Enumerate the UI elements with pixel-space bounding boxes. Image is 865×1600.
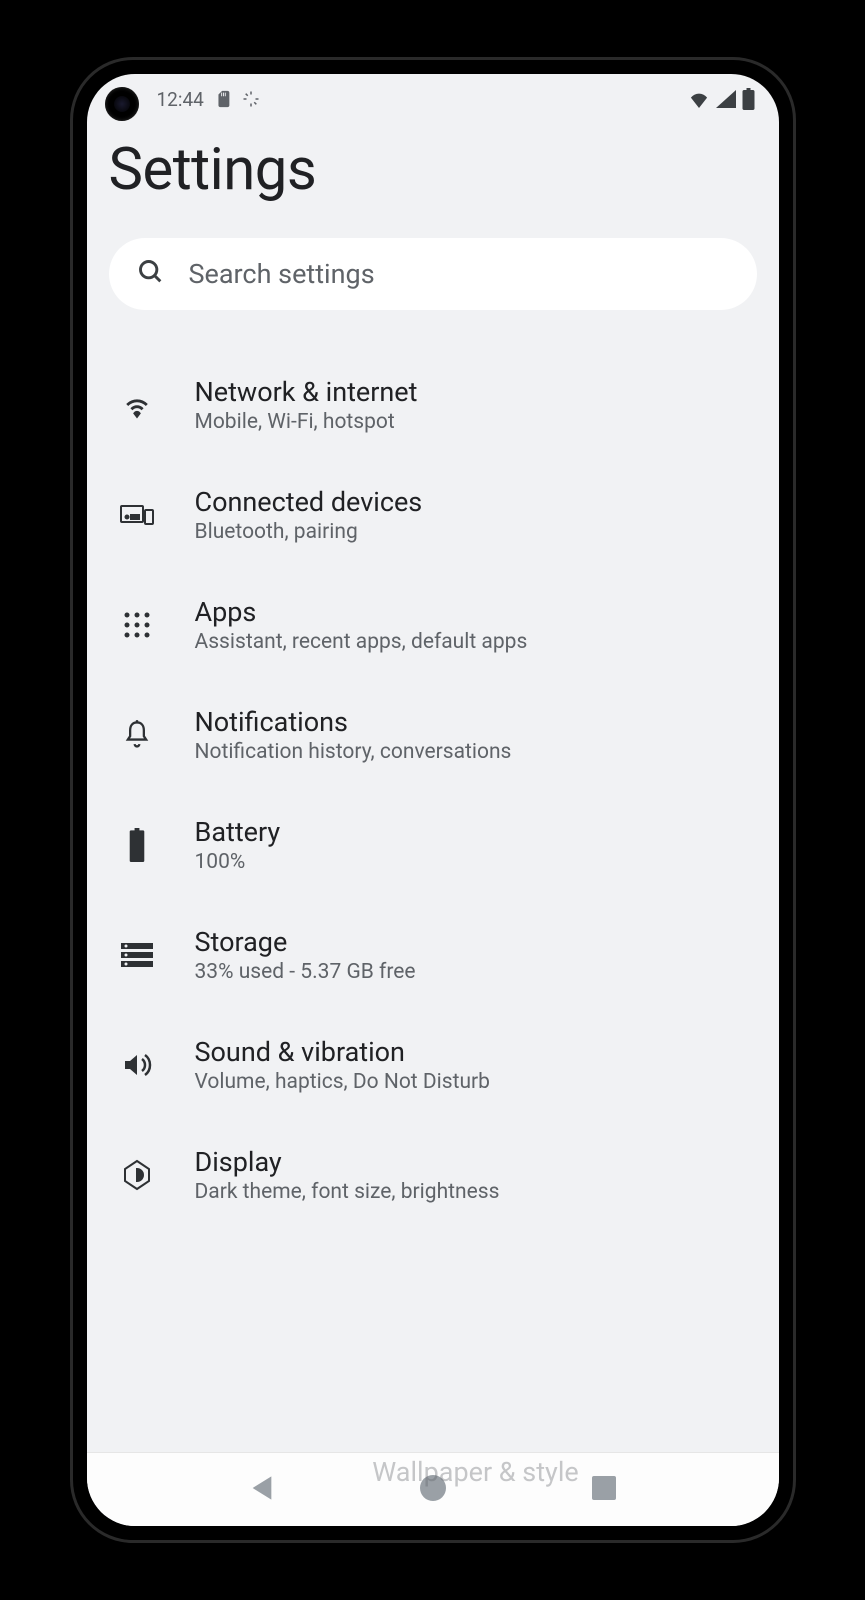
search-icon bbox=[137, 258, 165, 290]
item-text: Network & internet Mobile, Wi-Fi, hotspo… bbox=[195, 376, 749, 434]
item-title: Display bbox=[195, 1146, 749, 1178]
brightness-icon bbox=[117, 1159, 157, 1191]
battery-icon bbox=[742, 88, 755, 110]
settings-item-notifications[interactable]: Notifications Notification history, conv… bbox=[109, 680, 757, 790]
item-subtitle: Bluetooth, pairing bbox=[195, 520, 749, 544]
item-text: Sound & vibration Volume, haptics, Do No… bbox=[195, 1036, 749, 1094]
volume-icon bbox=[117, 1051, 157, 1079]
item-text: Display Dark theme, font size, brightnes… bbox=[195, 1146, 749, 1204]
wifi-icon bbox=[117, 391, 157, 419]
settings-item-network[interactable]: Network & internet Mobile, Wi-Fi, hotspo… bbox=[109, 350, 757, 460]
sync-icon bbox=[242, 89, 260, 109]
item-subtitle: Notification history, conversations bbox=[195, 740, 749, 764]
wifi-icon bbox=[688, 90, 710, 108]
item-title: Connected devices bbox=[195, 486, 749, 518]
recents-button[interactable] bbox=[571, 1465, 637, 1515]
settings-item-apps[interactable]: Apps Assistant, recent apps, default app… bbox=[109, 570, 757, 680]
item-subtitle: Dark theme, font size, brightness bbox=[195, 1180, 749, 1204]
item-subtitle: Mobile, Wi-Fi, hotspot bbox=[195, 410, 749, 434]
phone-screen: 12:44 Settings bbox=[87, 74, 779, 1526]
settings-list: Network & internet Mobile, Wi-Fi, hotspo… bbox=[109, 350, 757, 1230]
item-title: Network & internet bbox=[195, 376, 749, 408]
item-title: Storage bbox=[195, 926, 749, 958]
back-button[interactable] bbox=[229, 1464, 295, 1516]
status-time: 12:44 bbox=[157, 88, 204, 111]
settings-item-connected-devices[interactable]: Connected devices Bluetooth, pairing bbox=[109, 460, 757, 570]
home-button[interactable] bbox=[399, 1464, 467, 1516]
item-text: Connected devices Bluetooth, pairing bbox=[195, 486, 749, 544]
navigation-bar bbox=[87, 1452, 779, 1526]
content-area[interactable]: Settings Search settings Network & inter… bbox=[87, 118, 779, 1452]
item-subtitle: 33% used - 5.37 GB free bbox=[195, 960, 749, 984]
storage-icon bbox=[117, 943, 157, 967]
phone-frame: 12:44 Settings bbox=[73, 60, 793, 1540]
battery-icon bbox=[117, 828, 157, 862]
item-text: Storage 33% used - 5.37 GB free bbox=[195, 926, 749, 984]
apps-grid-icon bbox=[117, 611, 157, 639]
settings-item-storage[interactable]: Storage 33% used - 5.37 GB free bbox=[109, 900, 757, 1010]
item-text: Battery 100% bbox=[195, 816, 749, 874]
item-subtitle: 100% bbox=[195, 850, 749, 874]
signal-icon bbox=[716, 90, 736, 108]
search-bar[interactable]: Search settings bbox=[109, 238, 757, 310]
page-title: Settings bbox=[109, 136, 757, 204]
camera-hole bbox=[105, 87, 139, 121]
item-subtitle: Volume, haptics, Do Not Disturb bbox=[195, 1070, 749, 1094]
status-bar-right bbox=[688, 88, 755, 110]
devices-icon bbox=[117, 502, 157, 528]
settings-item-sound[interactable]: Sound & vibration Volume, haptics, Do No… bbox=[109, 1010, 757, 1120]
item-title: Notifications bbox=[195, 706, 749, 738]
item-subtitle: Assistant, recent apps, default apps bbox=[195, 630, 749, 654]
bell-icon bbox=[117, 719, 157, 751]
item-text: Apps Assistant, recent apps, default app… bbox=[195, 596, 749, 654]
sd-card-icon bbox=[214, 89, 232, 109]
item-text: Notifications Notification history, conv… bbox=[195, 706, 749, 764]
settings-item-battery[interactable]: Battery 100% bbox=[109, 790, 757, 900]
settings-item-display[interactable]: Display Dark theme, font size, brightnes… bbox=[109, 1120, 757, 1230]
item-title: Apps bbox=[195, 596, 749, 628]
item-title: Sound & vibration bbox=[195, 1036, 749, 1068]
status-bar: 12:44 bbox=[87, 74, 779, 118]
status-bar-left: 12:44 bbox=[157, 88, 260, 111]
item-title: Battery bbox=[195, 816, 749, 848]
search-placeholder: Search settings bbox=[189, 258, 375, 290]
